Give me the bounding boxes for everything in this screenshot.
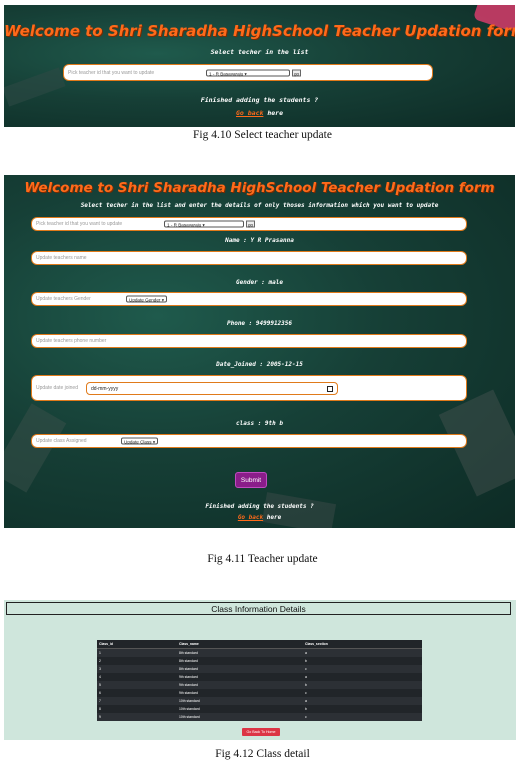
decorative-object-bottom xyxy=(261,492,337,528)
go-back-line: Go back here xyxy=(4,514,515,521)
col-class-id: Class_id xyxy=(97,640,177,649)
caption-fig-4-12: Fig 4.12 Class detail xyxy=(215,748,310,760)
caption-fig-4-11: Fig 4.11 Teacher update xyxy=(207,553,318,565)
table-cell: b xyxy=(305,707,307,711)
table-cell: c xyxy=(305,691,307,695)
subtitle: Select techer in the list and enter the … xyxy=(80,202,439,209)
table-cell: 7 xyxy=(97,697,177,705)
caption-fig-4-10: Fig 4.10 Select teacher update xyxy=(193,129,332,141)
here-text: here xyxy=(266,514,282,521)
class-select-value: Update Class xyxy=(124,439,152,445)
teacher-update-panel: Welcome to Shri Sharadha HighSchool Teac… xyxy=(4,175,515,528)
table-row: 7 10th standard a xyxy=(97,697,422,705)
table-row: 9 10th standard c xyxy=(97,713,422,721)
table-cell: 8th standard xyxy=(179,659,198,663)
go-back-line: Go back here xyxy=(4,109,515,117)
table-cell: 3 xyxy=(97,665,177,673)
table-cell: 10th standard xyxy=(177,697,303,705)
table-row: 6 9th standard c xyxy=(97,689,422,697)
table-cell: 8th standard xyxy=(177,665,303,673)
date-placeholder: Update date joined xyxy=(36,385,78,391)
gender-select-value: Update Gender xyxy=(129,297,161,303)
table-header-row: Class_id Class_name Class_section xyxy=(97,640,422,649)
page-title: Welcome to Shri Sharadha HighSchool Teac… xyxy=(4,22,515,40)
col-class-section: Class_section xyxy=(303,640,422,649)
class-placeholder: Update class Assigned xyxy=(36,438,87,444)
table-cell: a xyxy=(303,648,422,657)
table-cell: b xyxy=(305,659,307,663)
table-cell: 10th standard xyxy=(177,713,303,721)
table-row: 3 8th standard c xyxy=(97,665,422,673)
table-cell: 9th standard xyxy=(179,675,198,679)
table-cell: 2 xyxy=(99,659,101,663)
phone-placeholder: Update teachers phone number xyxy=(36,338,107,344)
phone-info: Phone : 9499912356 xyxy=(226,320,293,327)
class-info: class : 9th b xyxy=(236,420,283,427)
table-cell: a xyxy=(305,675,307,679)
table-cell: 9th standard xyxy=(179,691,198,695)
teacher-pick-field: Pick teacher id that you want to update … xyxy=(63,64,433,81)
name-info: Name : Y R Prasanna xyxy=(225,237,294,244)
table-row: 4 9th standard a xyxy=(97,673,422,681)
subtitle: Select techer in the list xyxy=(210,48,309,56)
go-button[interactable]: go xyxy=(246,220,256,228)
go-back-link[interactable]: Go back xyxy=(238,514,263,521)
teacher-pick-field: Pick teacher id that you want to update … xyxy=(31,217,467,231)
teacher-select-value: 1 - R Basavaraju xyxy=(167,222,202,228)
go-back-home-button[interactable]: Go Back To Home xyxy=(242,728,280,736)
class-info-panel: Class Information Details Class_id Class… xyxy=(4,600,516,740)
gender-field: Update teachers Gender Update Gender ▾ xyxy=(31,292,467,306)
date-info: Date_Joined : 2005-12-15 xyxy=(216,361,303,368)
go-button[interactable]: go xyxy=(292,69,302,76)
table-cell: 9 xyxy=(97,713,177,721)
class-table: Class_id Class_name Class_section 1 8th s… xyxy=(97,640,422,721)
table-row: 2 8th standard b xyxy=(97,657,422,665)
table-cell: c xyxy=(303,713,422,721)
finished-text: Finished adding the students ? xyxy=(200,96,319,104)
table-cell: 4 xyxy=(99,675,101,679)
teacher-pick-placeholder: Pick teacher id that you want to update xyxy=(36,221,123,227)
table-cell: 5 xyxy=(97,681,177,689)
teacher-select[interactable]: 1 - R Basavaraju ▾ xyxy=(206,69,290,76)
class-info-title: Class Information Details xyxy=(6,602,511,615)
name-placeholder: Update teachers name xyxy=(36,255,87,261)
phone-input[interactable]: Update teachers phone number xyxy=(31,334,467,348)
class-field: Update class Assigned Update Class ▾ xyxy=(31,434,467,448)
table-cell: 6 xyxy=(99,691,101,695)
calendar-icon[interactable] xyxy=(327,385,333,392)
gender-info: Gender : male xyxy=(236,279,283,286)
table-cell: 1 xyxy=(97,648,177,657)
table-cell: 10th standard xyxy=(179,707,200,711)
date-field: Update date joined dd-mm-yyyy xyxy=(31,375,467,401)
class-select[interactable]: Update Class ▾ xyxy=(121,437,159,445)
name-input[interactable]: Update teachers name xyxy=(31,251,467,265)
table-cell: b xyxy=(303,681,422,689)
table-row: 1 8th standard a xyxy=(97,648,422,657)
table-cell: 8th standard xyxy=(177,648,303,657)
table-cell: 8 xyxy=(99,707,101,711)
table-row: 8 10th standard b xyxy=(97,705,422,713)
table-row: 5 9th standard b xyxy=(97,681,422,689)
col-class-name: Class_name xyxy=(177,640,303,649)
gender-select[interactable]: Update Gender ▾ xyxy=(126,295,168,303)
submit-button[interactable]: Submit xyxy=(235,472,267,488)
gender-placeholder: Update teachers Gender xyxy=(36,296,91,302)
date-value: dd-mm-yyyy xyxy=(91,385,119,392)
date-input[interactable]: dd-mm-yyyy xyxy=(86,382,338,395)
table-cell: c xyxy=(303,665,422,673)
table-cell: 9th standard xyxy=(177,681,303,689)
teacher-select[interactable]: 1 - R Basavaraju ▾ xyxy=(164,220,244,228)
class-table-body: 1 8th standard a 2 8th standard b 3 8th standar… xyxy=(97,648,422,721)
teacher-select-panel: Welcome to Shri Sharadha HighSchool Teac… xyxy=(4,5,515,127)
teacher-pick-placeholder: Pick teacher id that you want to update xyxy=(68,69,155,76)
page-title: Welcome to Shri Sharadha HighSchool Teac… xyxy=(24,180,495,196)
finished-text: Finished adding the students ? xyxy=(205,503,314,510)
decorative-object-left xyxy=(4,403,67,493)
table-cell: a xyxy=(303,697,422,705)
teacher-select-value: 1 - R Basavaraju xyxy=(209,71,244,76)
go-back-link[interactable]: Go back xyxy=(236,109,263,117)
here-text: here xyxy=(267,109,283,117)
